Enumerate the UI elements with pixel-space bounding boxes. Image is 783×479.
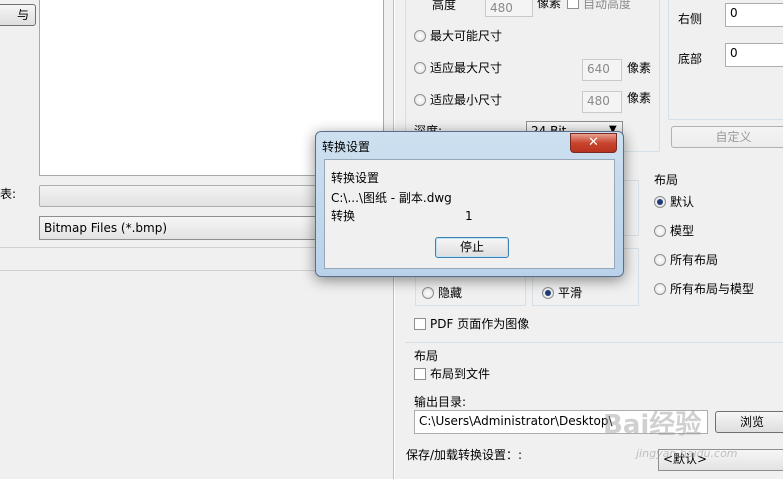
layout-all-model-radio[interactable] [654,283,666,295]
layout-group-title: 布局 [654,173,679,187]
list-label: 表: [0,187,17,201]
dialog-convert-label: 转换 [331,209,356,223]
fit-min-label: 适应最小尺寸 [430,93,503,107]
layout-default-label: 默认 [670,195,695,209]
custom-button[interactable]: 自定义 [671,126,783,148]
max-possible-label: 最大可能尺寸 [430,29,503,43]
layout-section-title: 布局 [414,349,439,363]
layout-to-file-label: 布局到文件 [430,367,491,381]
fit-max-radio[interactable] [414,62,426,74]
smooth-label: 平滑 [558,286,583,300]
hide-radio[interactable] [422,287,434,299]
fit-max-input[interactable]: 640 [582,59,622,81]
top-left-button[interactable]: 与 [0,4,36,26]
save-load-label: 保存/加载转换设置：: [406,448,523,462]
max-possible-radio[interactable] [414,30,426,42]
close-icon[interactable]: ✕ [570,133,617,153]
height-unit: 像素 [537,0,562,10]
hide-label: 隐藏 [438,286,463,300]
layout-default-radio[interactable] [654,196,666,208]
browse-button[interactable]: 浏览 [715,411,783,433]
section-divider [405,342,783,343]
fit-min-radio[interactable] [414,94,426,106]
layout-all-label: 所有布局 [670,253,719,267]
dialog-title: 转换设置 [322,140,371,154]
fit-max-label: 适应最大尺寸 [430,61,503,75]
auto-height-label: 自动高度 [583,0,632,11]
layout-to-file-checkbox[interactable] [414,368,426,380]
conversion-dialog: 转换设置 ✕ 转换设置 C:\...\图纸 - 副本.dwg 转换 1 停止 [315,131,624,277]
layout-all-model-label: 所有布局与模型 [670,282,755,296]
bottom-margin-label: 底部 [678,52,703,66]
fit-min-input[interactable]: 480 [582,91,622,113]
pdf-as-image-checkbox[interactable] [414,318,426,330]
dialog-heading: 转换设置 [331,171,380,185]
bottom-margin-input[interactable]: 0 [725,43,783,67]
pdf-as-image-label: PDF 页面作为图像 [430,317,530,331]
layout-model-radio[interactable] [654,225,666,237]
height-label: 高度 [432,0,457,12]
fit-max-unit: 像素 [627,61,652,75]
stop-button[interactable]: 停止 [435,237,509,258]
auto-height-checkbox[interactable] [567,0,579,9]
right-margin-input[interactable]: 0 [725,3,783,27]
layout-model-label: 模型 [670,224,695,238]
output-dir-label: 输出目录: [414,395,467,409]
dialog-convert-count: 1 [465,209,473,223]
watermark-url: jingyan.baidu.com [636,447,738,460]
watermark-brand: Bai经验 [603,410,702,440]
height-input[interactable]: 480 [485,0,533,17]
fit-min-unit: 像素 [627,91,652,105]
dialog-file-path: C:\...\图纸 - 副本.dwg [331,191,452,205]
dialog-body: 转换设置 C:\...\图纸 - 副本.dwg 转换 1 停止 [324,159,615,269]
smooth-radio[interactable] [542,287,554,299]
layout-all-radio[interactable] [654,254,666,266]
right-margin-label: 右侧 [678,12,703,26]
